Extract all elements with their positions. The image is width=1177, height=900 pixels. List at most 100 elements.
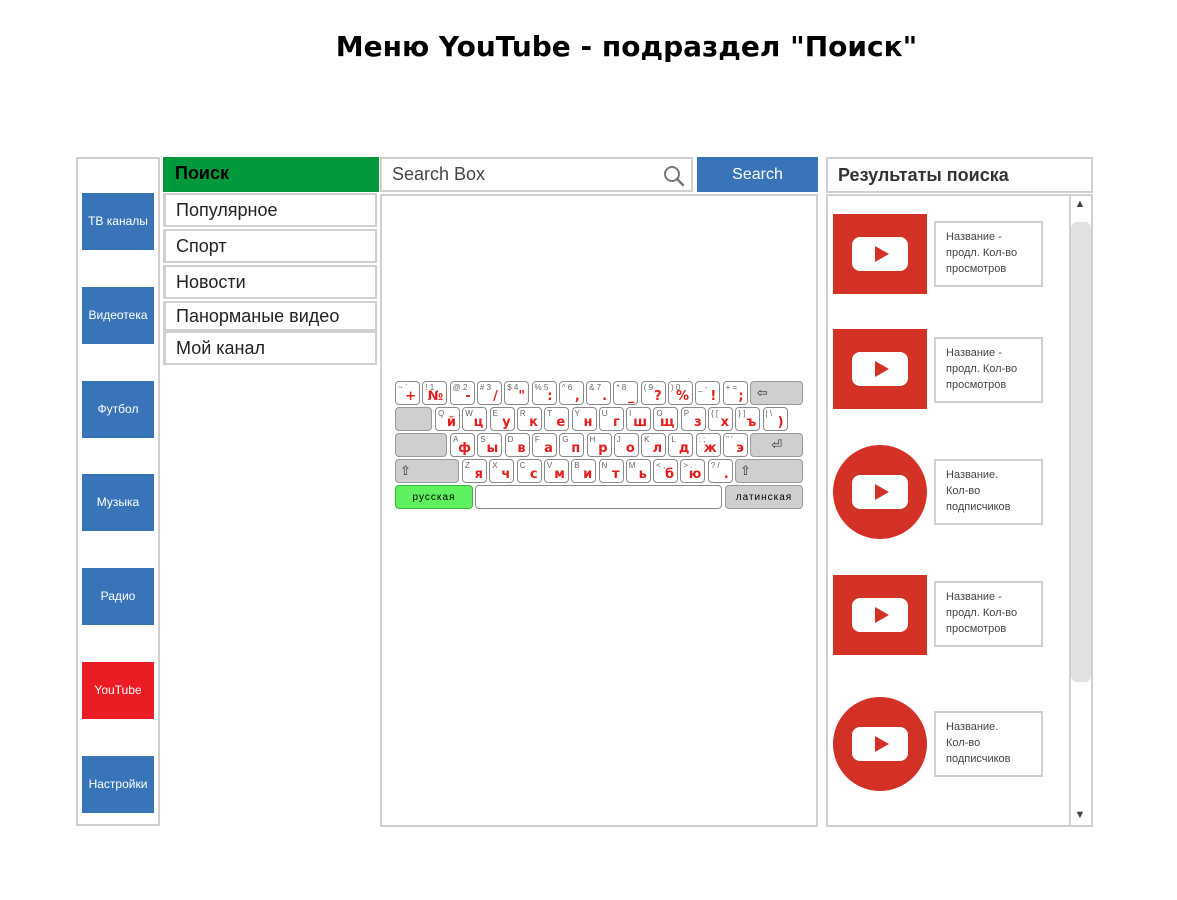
keyboard-key[interactable]: Lд <box>668 433 694 457</box>
menu-item-my-channel[interactable]: Мой канал <box>163 331 377 365</box>
sidebar-item-youtube[interactable]: YouTube <box>82 662 154 719</box>
backspace-key[interactable]: ⇦ <box>749 381 803 405</box>
keyboard-key[interactable]: " ' э <box>723 433 748 457</box>
keyboard-row-digits: ~ ` +! 1 № @ 2- # 3/$ 4 "% 5: ^ 6, & 7. * 8 _( 9?… <box>395 381 803 405</box>
sidebar-item-football[interactable]: Футбол <box>82 381 154 438</box>
keyboard-key[interactable]: # 3/ <box>476 381 502 405</box>
keyboard-key[interactable]: Zя <box>462 459 487 483</box>
search-box <box>380 157 693 192</box>
keyboard-key[interactable]: $ 4 " <box>504 381 530 405</box>
result-thumbnail-video[interactable] <box>833 329 927 409</box>
keyboard-key[interactable]: Vм <box>543 459 569 483</box>
keyboard-row-space: русская латинская <box>395 485 803 509</box>
tab-key[interactable] <box>395 407 432 431</box>
keyboard-key[interactable]: Eу <box>489 407 515 431</box>
keyboard-key[interactable]: : ; ж <box>695 433 721 457</box>
sidebar-item-video-library[interactable]: Видеотека <box>82 287 154 344</box>
result-info[interactable]: Название - продл. Кол-во просмотров <box>934 337 1043 403</box>
keyboard-row-top: Qй Wц Eу Rк Tе Yн Uг Iш Oщ Pз{ [х} ] ъ | \) <box>395 407 803 431</box>
enter-key[interactable]: ⏎ <box>750 433 803 457</box>
menu-item-popular[interactable]: Популярное <box>163 193 377 227</box>
keyboard-key[interactable]: Rк <box>516 407 542 431</box>
on-screen-keyboard: ~ ` +! 1 № @ 2- # 3/$ 4 "% 5: ^ 6, & 7. * 8 _( 9?… <box>395 381 803 509</box>
sidebar-item-radio[interactable]: Радио <box>82 568 154 625</box>
result-info[interactable]: Название - продл. Кол-во просмотров <box>934 581 1043 647</box>
keyboard-key[interactable]: Cс <box>516 459 542 483</box>
keyboard-key[interactable]: | \) <box>762 407 788 431</box>
keyboard-key[interactable]: Jо <box>613 433 639 457</box>
result-thumbnail-video[interactable] <box>833 214 927 294</box>
caps-lock-key[interactable] <box>395 433 447 457</box>
keyboard-key[interactable]: Wц <box>462 407 488 431</box>
keyboard-key[interactable]: Sы <box>477 433 503 457</box>
keyboard-key[interactable]: Dв <box>504 433 530 457</box>
result-thumbnail-channel[interactable] <box>833 697 927 791</box>
keyboard-key[interactable]: Kл <box>641 433 667 457</box>
keyboard-key[interactable]: Aф <box>450 433 475 457</box>
search-button[interactable]: Search <box>697 157 818 192</box>
keyboard-key[interactable]: Gп <box>559 433 585 457</box>
menu-item-news[interactable]: Новости <box>163 265 377 299</box>
keyboard-key[interactable]: * 8 _ <box>613 381 639 405</box>
search-input[interactable] <box>382 164 662 185</box>
play-icon <box>852 598 908 632</box>
play-icon <box>852 475 908 509</box>
keyboard-key[interactable]: < ,б <box>653 459 679 483</box>
menu-header-search: Поиск <box>163 157 379 192</box>
keyboard-key[interactable]: Qй <box>435 407 460 431</box>
scrollbar-thumb[interactable] <box>1071 222 1091 682</box>
keyboard-key[interactable]: Nт <box>598 459 624 483</box>
result-thumbnail-channel[interactable] <box>833 445 927 539</box>
lang-russian-button[interactable]: русская <box>395 485 473 509</box>
keyboard-key[interactable]: ~ ` + <box>395 381 420 405</box>
result-thumbnail-video[interactable] <box>833 575 927 655</box>
play-icon <box>852 237 908 271</box>
sidebar-item-music[interactable]: Музыка <box>82 474 154 531</box>
keyboard-panel <box>380 194 818 827</box>
menu-item-sport[interactable]: Спорт <box>163 229 377 263</box>
result-info[interactable]: Название. Кол-во подписчиков <box>934 711 1043 777</box>
menu-item-panoramic-video[interactable]: Панорманые видео <box>163 301 377 331</box>
keyboard-key[interactable]: > .ю <box>680 459 706 483</box>
keyboard-key[interactable]: ? /. <box>707 459 733 483</box>
keyboard-key[interactable]: Pз <box>680 407 706 431</box>
keyboard-key[interactable]: } ] ъ <box>735 407 761 431</box>
keyboard-row-home: AфSыDвFаGпHрJоKлLд: ; ж " ' э ⏎ <box>395 433 803 457</box>
search-icon[interactable] <box>663 165 685 187</box>
keyboard-row-bottom: ⇧ Zя Xч Cс Vм Bи Nт Mь < , б > . ю? /. ⇧ <box>395 459 803 483</box>
shift-right-key[interactable]: ⇧ <box>735 459 803 483</box>
keyboard-key[interactable]: Uг <box>598 407 624 431</box>
keyboard-key[interactable]: @ 2- <box>449 381 475 405</box>
space-key[interactable] <box>475 485 722 509</box>
result-info[interactable]: Название. Кол-во подписчиков <box>934 459 1043 525</box>
keyboard-key[interactable]: Yн <box>571 407 597 431</box>
keyboard-key[interactable]: ! 1 № <box>422 381 448 405</box>
keyboard-key[interactable]: _ -! <box>695 381 721 405</box>
play-icon <box>852 727 908 761</box>
lang-latin-button[interactable]: латинская <box>725 485 803 509</box>
keyboard-key[interactable]: Oщ <box>653 407 679 431</box>
keyboard-key[interactable]: Bи <box>571 459 597 483</box>
keyboard-key[interactable]: Mь <box>625 459 651 483</box>
keyboard-key[interactable]: Xч <box>489 459 515 483</box>
scroll-down-icon[interactable]: ▼ <box>1073 810 1087 821</box>
sidebar-item-settings[interactable]: Настройки <box>82 756 154 813</box>
keyboard-key[interactable]: ) 0% <box>668 381 693 405</box>
keyboard-key[interactable]: Fа <box>531 433 557 457</box>
keyboard-key[interactable]: Tе <box>544 407 570 431</box>
play-icon <box>852 352 908 386</box>
keyboard-key[interactable]: & 7. <box>586 381 612 405</box>
shift-left-key[interactable]: ⇧ <box>395 459 459 483</box>
results-header: Результаты поиска <box>826 157 1093 193</box>
scroll-up-icon[interactable]: ▲ <box>1073 199 1087 210</box>
sidebar-item-tv-channels[interactable]: ТВ каналы <box>82 193 154 250</box>
keyboard-key[interactable]: ^ 6, <box>558 381 584 405</box>
keyboard-key[interactable]: Hр <box>586 433 612 457</box>
page-title: Меню YouTube - подраздел "Поиск" <box>335 30 918 63</box>
result-info[interactable]: Название - продл. Кол-во просмотров <box>934 221 1043 287</box>
keyboard-key[interactable]: + =; <box>722 381 748 405</box>
keyboard-key[interactable]: % 5: <box>531 381 557 405</box>
keyboard-key[interactable]: Iш <box>626 407 652 431</box>
keyboard-key[interactable]: { [х <box>708 407 733 431</box>
keyboard-key[interactable]: ( 9? <box>640 381 666 405</box>
